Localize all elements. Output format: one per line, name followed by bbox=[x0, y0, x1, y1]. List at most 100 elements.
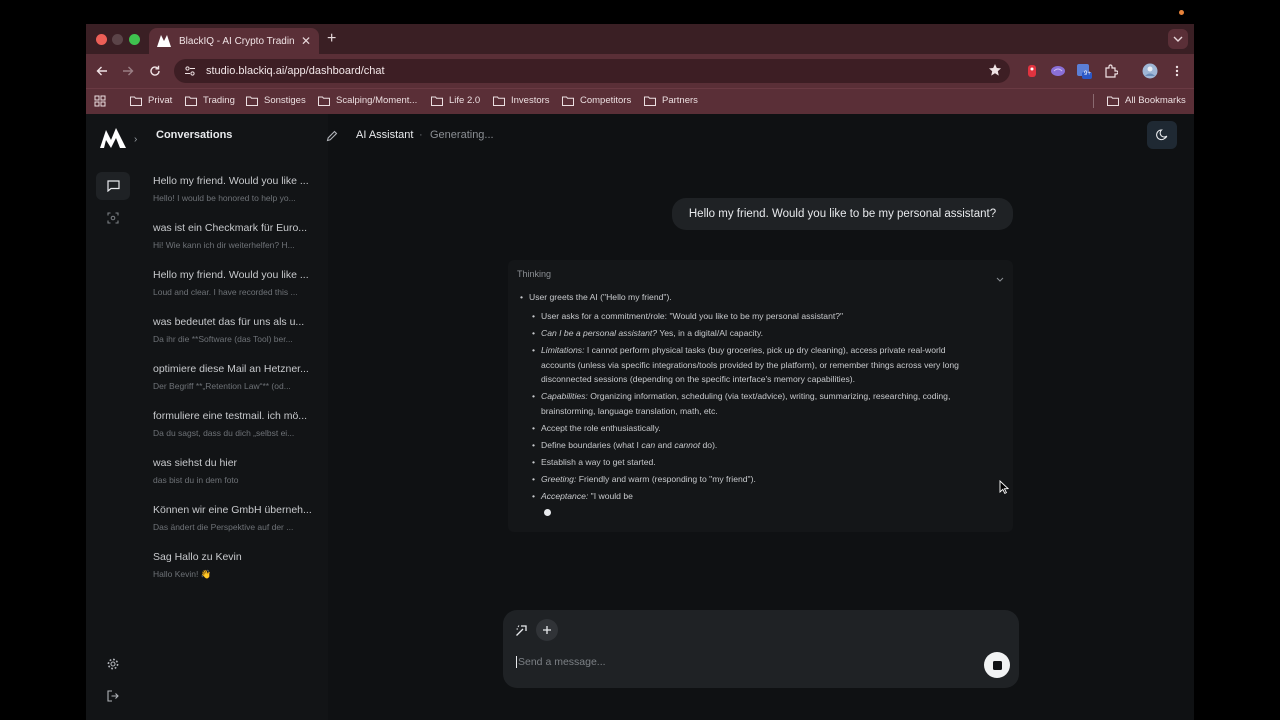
browser-window: BlackIQ - AI Crypto Trading P ✕ + studio… bbox=[86, 24, 1194, 720]
conversation-item[interactable]: Sag Hallo zu Kevin Hallo Kevin! 👋 bbox=[153, 551, 313, 580]
moon-icon bbox=[1156, 129, 1168, 141]
conversations-title: Conversations bbox=[156, 129, 233, 141]
bookmark-sonstiges[interactable]: Sonstiges bbox=[246, 95, 306, 106]
bookmark-privat[interactable]: Privat bbox=[130, 95, 172, 106]
bookmark-investors[interactable]: Investors bbox=[493, 95, 550, 106]
logout-button[interactable] bbox=[96, 682, 130, 710]
extension-badge-count: 9+ bbox=[1084, 71, 1091, 77]
chat-nav-button[interactable] bbox=[96, 172, 130, 200]
url-text: studio.blackiq.ai/app/dashboard/chat bbox=[206, 65, 385, 77]
plus-icon bbox=[543, 626, 551, 634]
tools-button[interactable] bbox=[510, 619, 532, 641]
conversation-item[interactable]: optimiere diese Mail an Hetzner... Der B… bbox=[153, 363, 313, 391]
maximize-window-button[interactable] bbox=[129, 34, 140, 45]
conversation-preview: Der Begriff **„Retention Law“** (od... bbox=[153, 381, 291, 391]
conversation-title: was siehst du hier bbox=[153, 457, 238, 469]
conversation-item[interactable]: was ist ein Checkmark für Euro... Hi! Wi… bbox=[153, 222, 313, 250]
folder-icon bbox=[493, 96, 505, 106]
folder-icon bbox=[185, 96, 197, 106]
scan-nav-button[interactable] bbox=[96, 204, 130, 232]
thinking-line: • Greeting: Friendly and warm (responding… bbox=[532, 474, 756, 484]
conversation-preview: Da du sagst, dass du dich „selbst ei... bbox=[153, 428, 295, 438]
conversation-item[interactable]: was bedeutet das für uns als u... Da ihr… bbox=[153, 316, 313, 344]
forward-button[interactable] bbox=[120, 63, 136, 79]
bookmark-life[interactable]: Life 2.0 bbox=[431, 95, 480, 106]
bookmark-competitors[interactable]: Competitors bbox=[562, 95, 631, 106]
extension-red-icon[interactable] bbox=[1024, 63, 1040, 79]
chevron-down-icon bbox=[1173, 36, 1183, 42]
user-message-bubble: Hello my friend. Would you like to be my… bbox=[672, 198, 1013, 230]
arrow-right-icon bbox=[123, 66, 134, 76]
conversation-item[interactable]: Hello my friend. Would you like ... Loud… bbox=[153, 269, 313, 297]
bookmark-scalping[interactable]: Scalping/Moment... bbox=[318, 95, 417, 106]
conversation-title: was bedeutet das für uns als u... bbox=[153, 316, 305, 328]
thinking-line-cont: accounts (unless via specific integratio… bbox=[541, 360, 959, 370]
thinking-panel: Thinking • User greets the AI ("Hello my … bbox=[508, 260, 1013, 532]
bookmarks-divider bbox=[1093, 94, 1094, 108]
stop-icon bbox=[992, 660, 1002, 670]
browser-menu-icon[interactable] bbox=[1169, 63, 1185, 79]
thinking-collapse-chevron-icon[interactable] bbox=[996, 269, 1004, 287]
stop-generation-button[interactable] bbox=[984, 652, 1010, 678]
bookmark-trading[interactable]: Trading bbox=[185, 95, 235, 106]
expand-sidebar-chevron-icon[interactable]: › bbox=[134, 134, 137, 145]
conversation-item[interactable]: formuliere eine testmail. ich mö... Da d… bbox=[153, 410, 313, 438]
conversation-title: was ist ein Checkmark für Euro... bbox=[153, 222, 308, 234]
tab-blackiq[interactable]: BlackIQ - AI Crypto Trading P ✕ bbox=[149, 28, 319, 54]
folder-icon bbox=[1107, 96, 1119, 106]
streaming-cursor-dot bbox=[544, 509, 551, 516]
bookmark-star-icon[interactable] bbox=[988, 63, 1002, 82]
generation-status: Generating... bbox=[430, 129, 494, 141]
magic-wand-icon bbox=[515, 624, 527, 636]
profile-avatar-icon[interactable] bbox=[1142, 63, 1158, 79]
back-button[interactable] bbox=[94, 63, 110, 79]
address-bar[interactable]: studio.blackiq.ai/app/dashboard/chat bbox=[174, 59, 1010, 83]
tab-title: BlackIQ - AI Crypto Trading P bbox=[179, 35, 295, 47]
conversation-title: Hello my friend. Would you like ... bbox=[153, 175, 309, 187]
gear-icon bbox=[107, 658, 119, 670]
conversation-title: Können wir eine GmbH überneh... bbox=[153, 504, 312, 516]
conversation-item[interactable]: Hello my friend. Would you like ... Hell… bbox=[153, 175, 313, 203]
message-composer bbox=[503, 610, 1019, 688]
extension-badge-icon[interactable]: 9+ bbox=[1076, 63, 1092, 79]
new-tab-button[interactable]: + bbox=[327, 30, 336, 48]
close-window-button[interactable] bbox=[96, 34, 107, 45]
header-separator: · bbox=[419, 129, 423, 141]
theme-toggle-button[interactable] bbox=[1147, 121, 1177, 149]
thinking-line: • Acceptance: "I would be bbox=[532, 491, 633, 501]
folder-icon bbox=[562, 96, 574, 106]
bookmark-partners[interactable]: Partners bbox=[644, 95, 698, 106]
thinking-line: • Capabilities: Organizing information, s… bbox=[532, 391, 951, 401]
chat-bubble-icon bbox=[106, 180, 120, 192]
apps-grid-icon[interactable] bbox=[94, 95, 112, 107]
extensions-puzzle-icon[interactable] bbox=[1103, 63, 1119, 79]
chat-header-title: AI Assistant bbox=[356, 129, 414, 141]
icon-rail bbox=[86, 114, 138, 720]
arrow-left-icon bbox=[96, 66, 107, 76]
conversation-preview: Das ändert die Perspektive auf der ... bbox=[153, 522, 294, 532]
conversation-item[interactable]: Können wir eine GmbH überneh... Das ände… bbox=[153, 504, 313, 532]
conversations-sidebar: Conversations Hello my friend. Would you… bbox=[138, 114, 328, 720]
extension-brain-icon[interactable] bbox=[1050, 63, 1066, 79]
conversation-preview: Hallo Kevin! 👋 bbox=[153, 569, 212, 579]
tab-search-button[interactable] bbox=[1168, 29, 1188, 49]
all-bookmarks-button[interactable]: All Bookmarks bbox=[1107, 95, 1186, 106]
attach-button[interactable] bbox=[536, 619, 558, 641]
new-chat-pencil-icon[interactable] bbox=[326, 129, 338, 147]
reload-button[interactable] bbox=[147, 63, 163, 79]
recording-indicator bbox=[1179, 10, 1184, 15]
thinking-line: • Accept the role enthusiastically. bbox=[532, 423, 661, 433]
conversation-item[interactable]: was siehst du hier das bist du in dem fo… bbox=[153, 457, 313, 485]
blackiq-logo-icon[interactable] bbox=[100, 126, 126, 150]
settings-button[interactable] bbox=[96, 650, 130, 678]
conversation-title: Sag Hallo zu Kevin bbox=[153, 551, 242, 563]
scan-icon bbox=[107, 212, 119, 224]
minimize-window-button[interactable] bbox=[112, 34, 123, 45]
thinking-line: • Establish a way to get started. bbox=[532, 457, 656, 467]
message-input[interactable] bbox=[516, 656, 946, 668]
folder-icon bbox=[246, 96, 258, 106]
blackiq-favicon-icon bbox=[157, 34, 171, 48]
folder-icon bbox=[644, 96, 656, 106]
tab-close-icon[interactable]: ✕ bbox=[301, 34, 311, 48]
thinking-line: • Can I be a personal assistant? Yes, in … bbox=[532, 328, 763, 338]
